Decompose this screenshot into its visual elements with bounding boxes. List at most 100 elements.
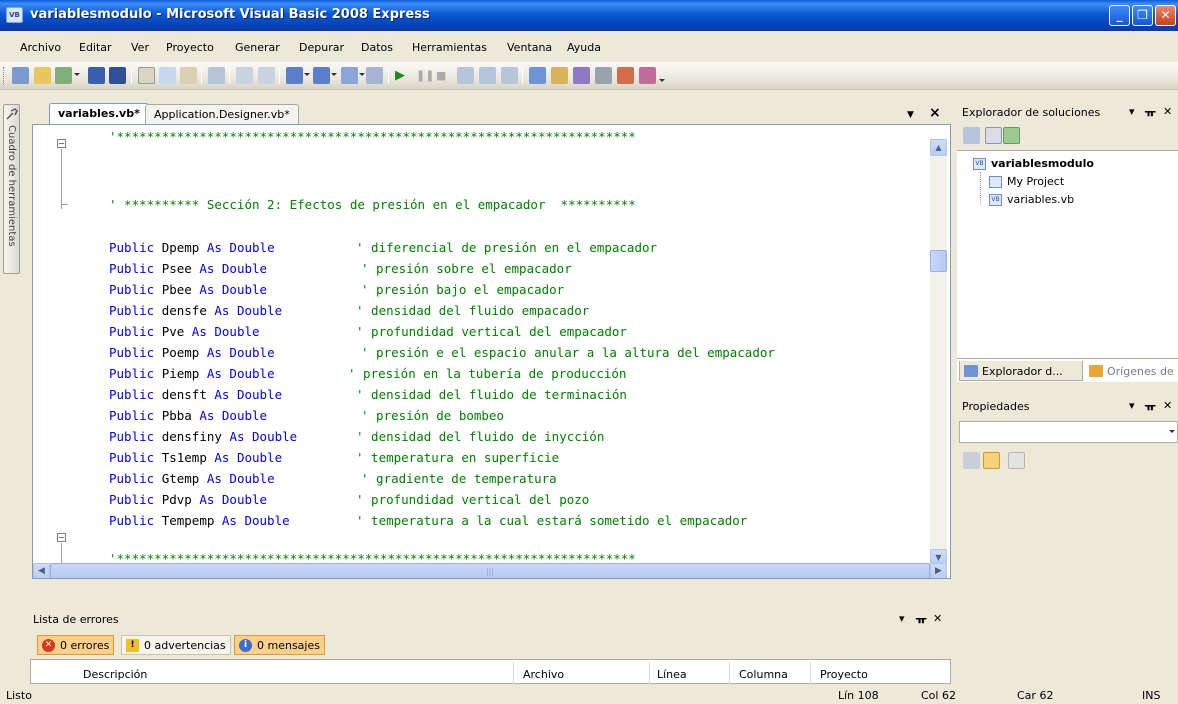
open-folder-icon[interactable] xyxy=(34,67,51,84)
toolbox-icon[interactable] xyxy=(595,67,612,84)
horizontal-scrollbar[interactable]: ◀ ||| ▶ xyxy=(33,563,947,578)
step-into-icon[interactable] xyxy=(457,67,474,84)
code-text[interactable]: '***************************************… xyxy=(33,125,923,566)
redo-icon[interactable] xyxy=(313,67,330,84)
copy-icon[interactable] xyxy=(159,67,176,84)
property-pages-icon[interactable] xyxy=(1008,452,1025,469)
menu-depurar[interactable]: Depurar xyxy=(299,41,344,54)
vb-app-icon[interactable]: VB xyxy=(6,7,23,23)
close-button[interactable]: ✕ xyxy=(1155,5,1176,26)
variable-name: Pdvp xyxy=(161,492,192,507)
column-linea[interactable]: Línea xyxy=(657,668,687,681)
tree-guide xyxy=(980,172,981,204)
navigate-back-dropdown-icon[interactable] xyxy=(359,73,365,76)
save-all-icon[interactable] xyxy=(109,67,126,84)
vertical-scroll-thumb[interactable] xyxy=(930,250,947,272)
auto-hide-pin-icon[interactable]: ᚂ xyxy=(1145,105,1155,118)
menu-ver[interactable]: Ver xyxy=(131,41,149,54)
restore-button[interactable]: ❐ xyxy=(1132,5,1153,26)
keyword-as-double: As Double xyxy=(206,366,275,381)
solution-explorer-icon[interactable] xyxy=(529,67,546,84)
property-grid[interactable] xyxy=(959,476,1178,646)
alphabetical-icon[interactable] xyxy=(983,452,1000,469)
menu-editar[interactable]: Editar xyxy=(79,41,112,54)
minimize-button[interactable]: _ xyxy=(1109,5,1130,26)
new-project-icon[interactable] xyxy=(12,67,29,84)
uncomment-icon[interactable] xyxy=(258,67,275,84)
object-browser-icon[interactable] xyxy=(573,67,590,84)
find-icon[interactable] xyxy=(208,67,225,84)
variable-name: Tempemp xyxy=(161,513,215,528)
code-editor[interactable]: − − '***********************************… xyxy=(32,124,951,579)
menu-archivo[interactable]: Archivo xyxy=(20,41,61,54)
redo-dropdown-icon[interactable] xyxy=(331,73,337,76)
active-files-dropdown-icon[interactable]: ▼ xyxy=(907,110,914,120)
errors-filter-button[interactable]: ✕ 0 errores xyxy=(37,635,115,655)
navigate-back-icon[interactable] xyxy=(341,67,358,84)
tab-application-designer[interactable]: Application.Designer.vb* xyxy=(145,104,299,124)
error-list-table[interactable]: Descripción Archivo Línea Columna Proyec… xyxy=(30,659,951,684)
vertical-scrollbar[interactable]: ▲ ▼ xyxy=(930,139,947,566)
window-position-icon[interactable]: ▾ xyxy=(899,612,905,625)
pause-icon[interactable]: ❚❚ xyxy=(416,67,434,84)
status-character: Car 62 xyxy=(1017,689,1054,702)
close-document-icon[interactable]: × xyxy=(929,105,941,121)
close-panel-icon[interactable]: ✕ xyxy=(933,612,942,625)
properties-window-icon[interactable] xyxy=(551,67,568,84)
horizontal-scroll-thumb[interactable]: ||| xyxy=(50,563,930,578)
close-panel-icon[interactable]: ✕ xyxy=(1163,399,1172,412)
undo-icon[interactable] xyxy=(286,67,303,84)
error-list-icon[interactable] xyxy=(617,67,634,84)
menu-herramientas[interactable]: Herramientas xyxy=(412,41,487,54)
object-selector-dropdown[interactable] xyxy=(959,421,1178,443)
stop-icon[interactable]: ■ xyxy=(436,67,453,84)
menu-generar[interactable]: Generar xyxy=(235,41,280,54)
window-position-icon[interactable]: ▾ xyxy=(1129,105,1135,118)
undo-dropdown-icon[interactable] xyxy=(304,73,310,76)
tab-solution-explorer[interactable]: Explorador d... xyxy=(959,361,1083,381)
start-debugging-icon[interactable]: ▶ xyxy=(395,67,412,84)
navigate-forward-icon[interactable] xyxy=(366,67,383,84)
show-all-files-icon[interactable] xyxy=(985,127,1002,144)
column-descripcion[interactable]: Descripción xyxy=(83,668,147,681)
scroll-left-icon[interactable]: ◀ xyxy=(33,563,50,578)
toolbar-options-icon[interactable] xyxy=(659,79,665,82)
code-comment: ' temperatura en superficie xyxy=(356,450,560,465)
start-page-icon[interactable] xyxy=(639,67,656,84)
solution-tree[interactable]: VB variablesmodulo My Project VB variabl… xyxy=(957,150,1178,380)
menu-proyecto[interactable]: Proyecto xyxy=(166,41,214,54)
close-panel-icon[interactable]: ✕ xyxy=(1163,105,1172,118)
keyword-as-double: As Double xyxy=(214,303,283,318)
variable-name: Dpemp xyxy=(161,240,200,255)
comment-icon[interactable] xyxy=(236,67,253,84)
warnings-filter-button[interactable]: ! 0 advertencias xyxy=(121,635,231,655)
cut-icon[interactable] xyxy=(138,67,155,84)
refresh-icon[interactable] xyxy=(1003,127,1020,144)
auto-hide-pin-icon[interactable]: ᚂ xyxy=(916,612,926,625)
auto-hide-pin-icon[interactable]: ᚂ xyxy=(1145,399,1155,412)
scroll-right-icon[interactable]: ▶ xyxy=(930,563,947,578)
toolbar-grip[interactable] xyxy=(3,67,6,85)
menu-ventana[interactable]: Ventana xyxy=(507,41,552,54)
toolbox-tab[interactable]: Cuadro de herramientas xyxy=(3,104,20,274)
save-icon[interactable] xyxy=(88,67,105,84)
scroll-up-icon[interactable]: ▲ xyxy=(930,139,947,156)
add-item-icon[interactable] xyxy=(55,67,72,84)
properties-icon[interactable] xyxy=(963,127,980,144)
paste-icon[interactable] xyxy=(180,67,197,84)
menu-datos[interactable]: Datos xyxy=(361,41,393,54)
code-line-declaration: Public densfe As Double ' densidad del fl… xyxy=(109,303,589,318)
step-out-icon[interactable] xyxy=(501,67,518,84)
tab-data-sources[interactable]: Orígenes de ... xyxy=(1085,361,1178,381)
errors-count-label: 0 errores xyxy=(60,639,110,652)
column-archivo[interactable]: Archivo xyxy=(523,668,564,681)
column-proyecto[interactable]: Proyecto xyxy=(820,668,868,681)
categorized-icon[interactable] xyxy=(963,452,980,469)
step-over-icon[interactable] xyxy=(479,67,496,84)
messages-filter-button[interactable]: i 0 mensajes xyxy=(234,635,325,655)
column-columna[interactable]: Columna xyxy=(739,668,788,681)
add-item-dropdown-icon[interactable] xyxy=(74,73,80,76)
menu-ayuda[interactable]: Ayuda xyxy=(567,41,601,54)
tab-variables-vb[interactable]: variables.vb* xyxy=(49,103,149,125)
window-position-icon[interactable]: ▾ xyxy=(1129,399,1135,412)
